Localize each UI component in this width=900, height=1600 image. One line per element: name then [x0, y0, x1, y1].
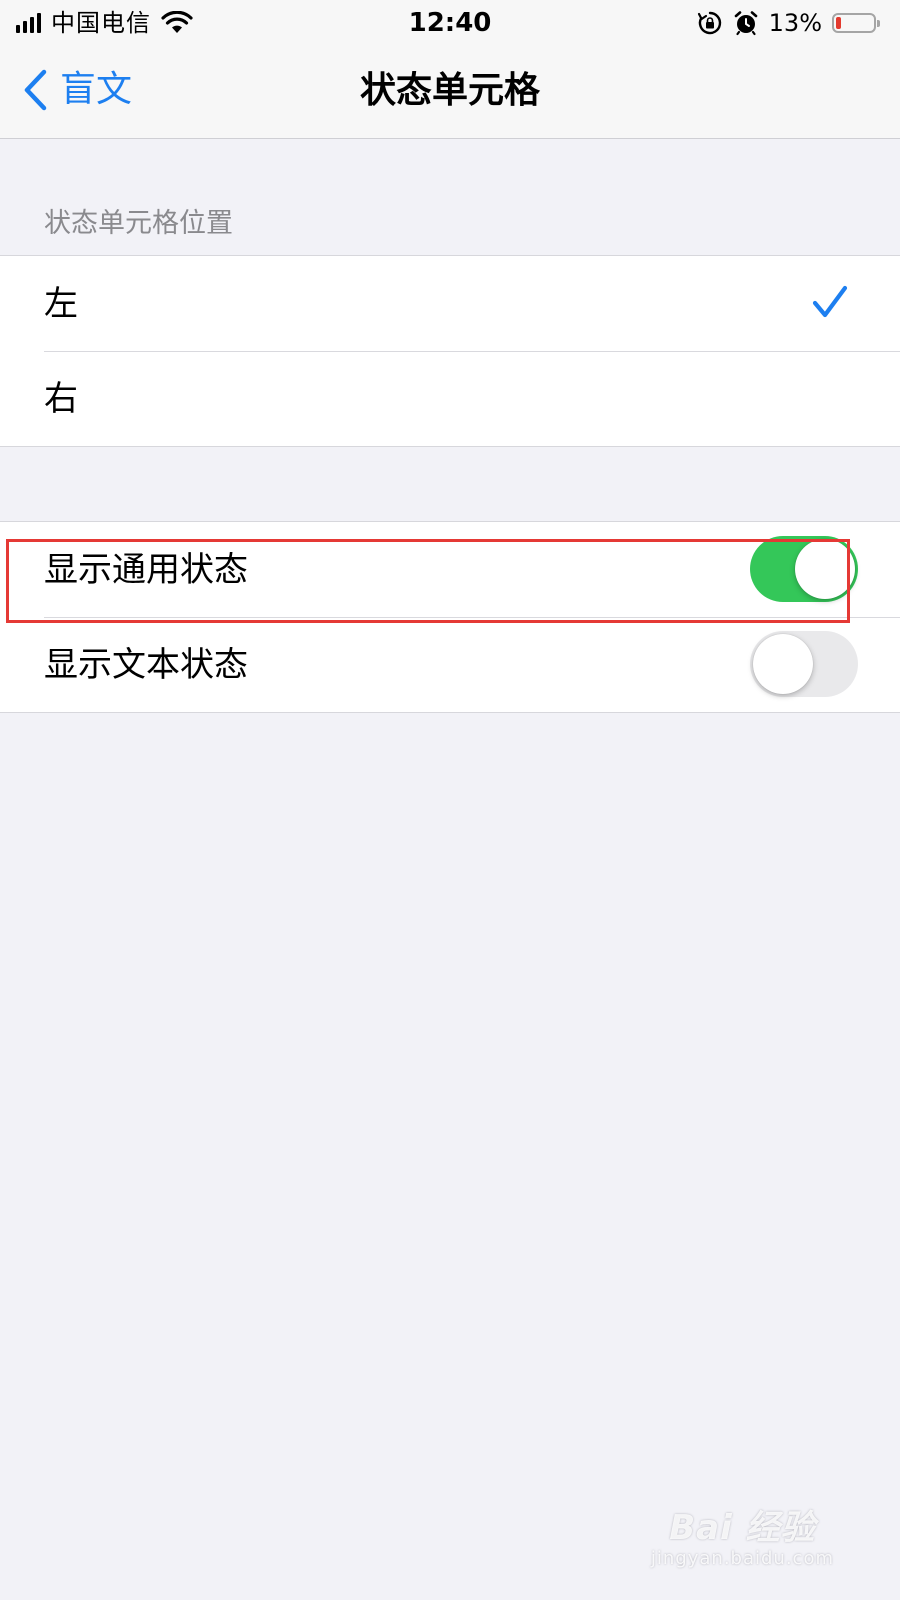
- option-right[interactable]: 右: [0, 351, 900, 446]
- toggle-knob: [753, 634, 813, 694]
- orientation-lock-icon: [697, 11, 721, 35]
- text-status-toggle[interactable]: [750, 631, 858, 697]
- battery-icon: [832, 13, 880, 33]
- general-status-toggle[interactable]: [750, 536, 858, 602]
- battery-percent: 13%: [768, 9, 822, 37]
- page-title: 状态单元格: [359, 70, 540, 111]
- battery-level: [836, 17, 841, 29]
- toggle-row-text-status: 显示文本状态: [0, 617, 900, 712]
- navigation-bar: 盲文 状态单元格: [0, 44, 900, 136]
- option-label: 右: [44, 378, 78, 419]
- position-options-group: 左 右: [0, 255, 900, 447]
- watermark-logo: Bai 经验: [669, 1508, 816, 1548]
- status-right: 13%: [697, 8, 880, 38]
- option-left[interactable]: 左: [0, 256, 900, 351]
- toggle-label: 显示文本状态: [44, 644, 248, 685]
- checkmark-icon: [812, 285, 848, 318]
- status-bar: 中国电信 12:40 13%: [0, 0, 900, 44]
- option-label: 左: [44, 283, 78, 324]
- toggle-knob: [795, 539, 855, 599]
- section-header-position: 状态单元格位置: [44, 208, 233, 239]
- watermark: Bai 经验 jingyan.baidu.com: [651, 1508, 834, 1570]
- watermark-url: jingyan.baidu.com: [650, 1548, 834, 1569]
- alarm-icon: [734, 11, 757, 36]
- top-bar: 中国电信 12:40 13% 盲文 状态单元格: [0, 0, 900, 139]
- toggle-label: 显示通用状态: [44, 549, 248, 590]
- toggle-row-general-status: 显示通用状态: [0, 522, 900, 617]
- status-toggles-group: 显示通用状态 显示文本状态: [0, 521, 900, 713]
